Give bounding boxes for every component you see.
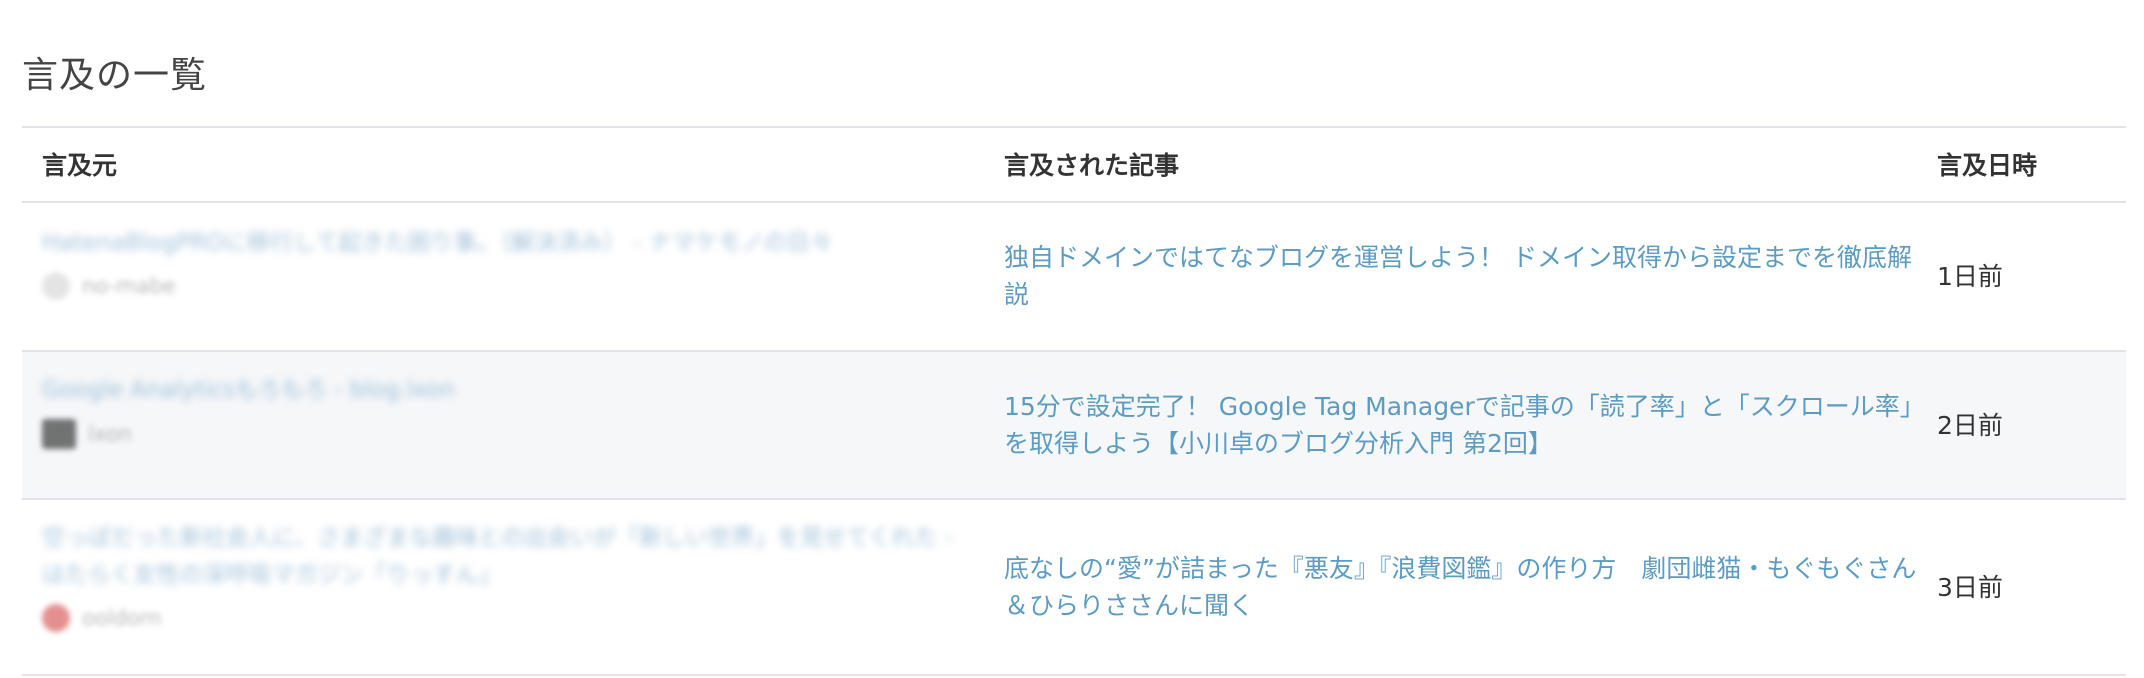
mentions-table: 言及元 言及された記事 言及日時 HatenaBlogPROに移行して起きた困り… [22, 126, 2126, 676]
source-link[interactable]: 空っぽだった新社会人に、さまざまな趣味との出会いが「新しい世界」を見せてくれた … [42, 520, 962, 594]
mention-date: 3日前 [1937, 573, 2003, 602]
source-user[interactable]: lxon [42, 419, 962, 449]
source-user-name: no-mabe [82, 274, 176, 298]
article-link[interactable]: 独自ドメインではてなブログを運営しよう！ ドメイン取得から設定までを徹底解説 [1004, 239, 1924, 313]
table-row: HatenaBlogPROに移行して起きた困り事。（解決済み） - ナマケモノの… [22, 203, 2126, 352]
page-title: 言及の一覧 [22, 55, 208, 96]
source-user[interactable]: ooldorn [42, 604, 962, 632]
header-date: 言及日時 [1937, 151, 2038, 180]
page: 言及の一覧 言及元 言及された記事 言及日時 HatenaBlogPROに移行し… [0, 0, 2144, 678]
header-source: 言及元 [42, 151, 118, 180]
table-row: Google Analyticsもろもろ - blog.lxon lxon 15… [22, 352, 2126, 500]
article-link[interactable]: 底なしの“愛”が詰まった『悪友』『浪費図鑑』の作り方 劇団雌猫・もぐもぐさん＆ひ… [1004, 550, 1924, 624]
table-header: 言及元 言及された記事 言及日時 [22, 126, 2126, 203]
source-user[interactable]: no-mabe [42, 272, 962, 300]
header-article: 言及された記事 [1004, 151, 1180, 180]
source-link[interactable]: HatenaBlogPROに移行して起きた困り事。（解決済み） - ナマケモノの… [42, 225, 962, 262]
avatar [42, 604, 70, 632]
source-link[interactable]: Google Analyticsもろもろ - blog.lxon [42, 372, 962, 409]
mention-date: 1日前 [1937, 262, 2003, 291]
article-link[interactable]: 15分で設定完了！ Google Tag Managerで記事の「読了率」と「ス… [1004, 388, 1924, 462]
table-row: 空っぽだった新社会人に、さまざまな趣味との出会いが「新しい世界」を見せてくれた … [22, 500, 2126, 676]
avatar [42, 419, 76, 449]
source-cell: Google Analyticsもろもろ - blog.lxon lxon [42, 372, 962, 449]
source-cell: 空っぽだった新社会人に、さまざまな趣味との出会いが「新しい世界」を見せてくれた … [42, 520, 962, 632]
source-user-name: ooldorn [82, 606, 162, 630]
avatar [42, 272, 70, 300]
source-user-name: lxon [88, 422, 132, 446]
source-cell: HatenaBlogPROに移行して起きた困り事。（解決済み） - ナマケモノの… [42, 225, 962, 300]
mention-date: 2日前 [1937, 411, 2003, 440]
